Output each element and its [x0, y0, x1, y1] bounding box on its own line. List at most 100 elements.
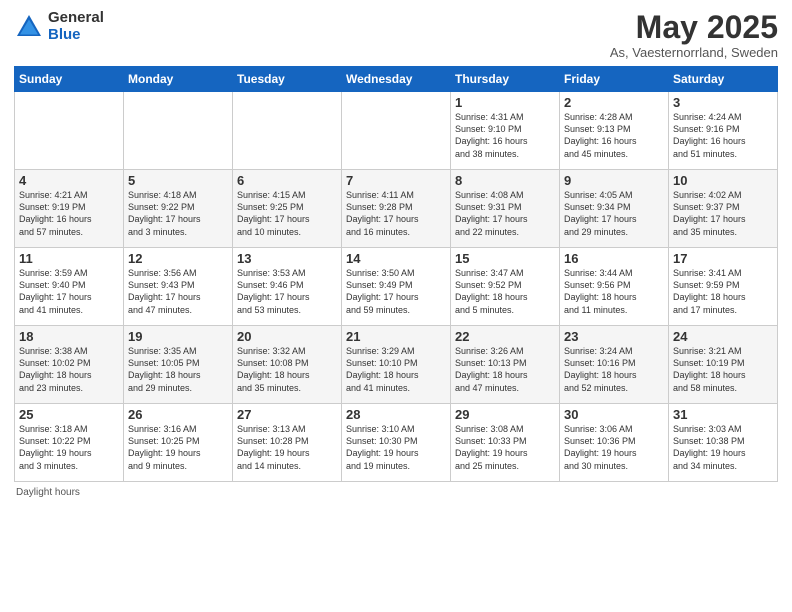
day-number: 21: [346, 329, 446, 344]
calendar-table: SundayMondayTuesdayWednesdayThursdayFrid…: [14, 66, 778, 482]
header: General Blue May 2025 As, Vaesternorrlan…: [14, 10, 778, 60]
day-number: 17: [673, 251, 773, 266]
calendar-cell: 14Sunrise: 3:50 AM Sunset: 9:49 PM Dayli…: [342, 248, 451, 326]
cell-info: Sunrise: 4:24 AM Sunset: 9:16 PM Dayligh…: [673, 111, 773, 160]
day-number: 3: [673, 95, 773, 110]
day-number: 24: [673, 329, 773, 344]
calendar-cell: 4Sunrise: 4:21 AM Sunset: 9:19 PM Daylig…: [15, 170, 124, 248]
cell-info: Sunrise: 3:41 AM Sunset: 9:59 PM Dayligh…: [673, 267, 773, 316]
day-number: 11: [19, 251, 119, 266]
calendar-cell: 5Sunrise: 4:18 AM Sunset: 9:22 PM Daylig…: [124, 170, 233, 248]
day-number: 23: [564, 329, 664, 344]
day-number: 7: [346, 173, 446, 188]
calendar-cell: 2Sunrise: 4:28 AM Sunset: 9:13 PM Daylig…: [560, 92, 669, 170]
calendar-cell: 31Sunrise: 3:03 AM Sunset: 10:38 PM Dayl…: [669, 404, 778, 482]
logo-blue-text: Blue: [48, 27, 104, 44]
cell-info: Sunrise: 4:11 AM Sunset: 9:28 PM Dayligh…: [346, 189, 446, 238]
cell-info: Sunrise: 4:08 AM Sunset: 9:31 PM Dayligh…: [455, 189, 555, 238]
calendar-cell: 19Sunrise: 3:35 AM Sunset: 10:05 PM Dayl…: [124, 326, 233, 404]
calendar-cell: 18Sunrise: 3:38 AM Sunset: 10:02 PM Dayl…: [15, 326, 124, 404]
day-number: 30: [564, 407, 664, 422]
day-number: 2: [564, 95, 664, 110]
day-number: 4: [19, 173, 119, 188]
day-number: 29: [455, 407, 555, 422]
cell-info: Sunrise: 3:47 AM Sunset: 9:52 PM Dayligh…: [455, 267, 555, 316]
footer: Daylight hours: [14, 487, 778, 498]
logo-text: General Blue: [48, 10, 104, 43]
day-number: 13: [237, 251, 337, 266]
calendar-header-row: SundayMondayTuesdayWednesdayThursdayFrid…: [15, 67, 778, 92]
calendar-cell: 21Sunrise: 3:29 AM Sunset: 10:10 PM Dayl…: [342, 326, 451, 404]
calendar-cell: 25Sunrise: 3:18 AM Sunset: 10:22 PM Dayl…: [15, 404, 124, 482]
cell-info: Sunrise: 3:59 AM Sunset: 9:40 PM Dayligh…: [19, 267, 119, 316]
cell-info: Sunrise: 4:28 AM Sunset: 9:13 PM Dayligh…: [564, 111, 664, 160]
cell-info: Sunrise: 4:05 AM Sunset: 9:34 PM Dayligh…: [564, 189, 664, 238]
cell-info: Sunrise: 3:06 AM Sunset: 10:36 PM Daylig…: [564, 423, 664, 472]
calendar-cell: [233, 92, 342, 170]
week-row-5: 25Sunrise: 3:18 AM Sunset: 10:22 PM Dayl…: [15, 404, 778, 482]
cell-info: Sunrise: 3:56 AM Sunset: 9:43 PM Dayligh…: [128, 267, 228, 316]
logo-general: General: [48, 10, 104, 27]
cell-info: Sunrise: 4:02 AM Sunset: 9:37 PM Dayligh…: [673, 189, 773, 238]
cell-info: Sunrise: 3:13 AM Sunset: 10:28 PM Daylig…: [237, 423, 337, 472]
cell-info: Sunrise: 3:29 AM Sunset: 10:10 PM Daylig…: [346, 345, 446, 394]
col-header-thursday: Thursday: [451, 67, 560, 92]
subtitle: As, Vaesternorrland, Sweden: [610, 45, 778, 60]
daylight-label: Daylight hours: [16, 487, 80, 498]
title-block: May 2025 As, Vaesternorrland, Sweden: [610, 10, 778, 60]
cell-info: Sunrise: 4:31 AM Sunset: 9:10 PM Dayligh…: [455, 111, 555, 160]
page-container: General Blue May 2025 As, Vaesternorrlan…: [0, 0, 792, 506]
cell-info: Sunrise: 3:03 AM Sunset: 10:38 PM Daylig…: [673, 423, 773, 472]
calendar-cell: 24Sunrise: 3:21 AM Sunset: 10:19 PM Dayl…: [669, 326, 778, 404]
col-header-monday: Monday: [124, 67, 233, 92]
cell-info: Sunrise: 3:18 AM Sunset: 10:22 PM Daylig…: [19, 423, 119, 472]
day-number: 28: [346, 407, 446, 422]
cell-info: Sunrise: 3:44 AM Sunset: 9:56 PM Dayligh…: [564, 267, 664, 316]
cell-info: Sunrise: 3:50 AM Sunset: 9:49 PM Dayligh…: [346, 267, 446, 316]
col-header-wednesday: Wednesday: [342, 67, 451, 92]
calendar-cell: 20Sunrise: 3:32 AM Sunset: 10:08 PM Dayl…: [233, 326, 342, 404]
calendar-cell: 3Sunrise: 4:24 AM Sunset: 9:16 PM Daylig…: [669, 92, 778, 170]
calendar-cell: 30Sunrise: 3:06 AM Sunset: 10:36 PM Dayl…: [560, 404, 669, 482]
calendar-cell: 6Sunrise: 4:15 AM Sunset: 9:25 PM Daylig…: [233, 170, 342, 248]
day-number: 31: [673, 407, 773, 422]
cell-info: Sunrise: 4:15 AM Sunset: 9:25 PM Dayligh…: [237, 189, 337, 238]
day-number: 14: [346, 251, 446, 266]
calendar-cell: 22Sunrise: 3:26 AM Sunset: 10:13 PM Dayl…: [451, 326, 560, 404]
day-number: 8: [455, 173, 555, 188]
cell-info: Sunrise: 3:21 AM Sunset: 10:19 PM Daylig…: [673, 345, 773, 394]
cell-info: Sunrise: 3:35 AM Sunset: 10:05 PM Daylig…: [128, 345, 228, 394]
cell-info: Sunrise: 3:26 AM Sunset: 10:13 PM Daylig…: [455, 345, 555, 394]
calendar-cell: 29Sunrise: 3:08 AM Sunset: 10:33 PM Dayl…: [451, 404, 560, 482]
day-number: 15: [455, 251, 555, 266]
calendar-cell: 28Sunrise: 3:10 AM Sunset: 10:30 PM Dayl…: [342, 404, 451, 482]
calendar-cell: 17Sunrise: 3:41 AM Sunset: 9:59 PM Dayli…: [669, 248, 778, 326]
day-number: 12: [128, 251, 228, 266]
cell-info: Sunrise: 3:53 AM Sunset: 9:46 PM Dayligh…: [237, 267, 337, 316]
week-row-2: 4Sunrise: 4:21 AM Sunset: 9:19 PM Daylig…: [15, 170, 778, 248]
calendar-cell: 16Sunrise: 3:44 AM Sunset: 9:56 PM Dayli…: [560, 248, 669, 326]
day-number: 27: [237, 407, 337, 422]
day-number: 9: [564, 173, 664, 188]
day-number: 26: [128, 407, 228, 422]
day-number: 22: [455, 329, 555, 344]
day-number: 16: [564, 251, 664, 266]
calendar-cell: [124, 92, 233, 170]
cell-info: Sunrise: 3:38 AM Sunset: 10:02 PM Daylig…: [19, 345, 119, 394]
cell-info: Sunrise: 3:08 AM Sunset: 10:33 PM Daylig…: [455, 423, 555, 472]
day-number: 6: [237, 173, 337, 188]
calendar-cell: 9Sunrise: 4:05 AM Sunset: 9:34 PM Daylig…: [560, 170, 669, 248]
calendar-cell: 15Sunrise: 3:47 AM Sunset: 9:52 PM Dayli…: [451, 248, 560, 326]
calendar-cell: 7Sunrise: 4:11 AM Sunset: 9:28 PM Daylig…: [342, 170, 451, 248]
cell-info: Sunrise: 3:16 AM Sunset: 10:25 PM Daylig…: [128, 423, 228, 472]
cell-info: Sunrise: 3:24 AM Sunset: 10:16 PM Daylig…: [564, 345, 664, 394]
calendar-cell: 10Sunrise: 4:02 AM Sunset: 9:37 PM Dayli…: [669, 170, 778, 248]
day-number: 1: [455, 95, 555, 110]
calendar-cell: 13Sunrise: 3:53 AM Sunset: 9:46 PM Dayli…: [233, 248, 342, 326]
day-number: 25: [19, 407, 119, 422]
calendar-cell: 8Sunrise: 4:08 AM Sunset: 9:31 PM Daylig…: [451, 170, 560, 248]
calendar-cell: 23Sunrise: 3:24 AM Sunset: 10:16 PM Dayl…: [560, 326, 669, 404]
col-header-sunday: Sunday: [15, 67, 124, 92]
calendar-cell: 11Sunrise: 3:59 AM Sunset: 9:40 PM Dayli…: [15, 248, 124, 326]
week-row-3: 11Sunrise: 3:59 AM Sunset: 9:40 PM Dayli…: [15, 248, 778, 326]
